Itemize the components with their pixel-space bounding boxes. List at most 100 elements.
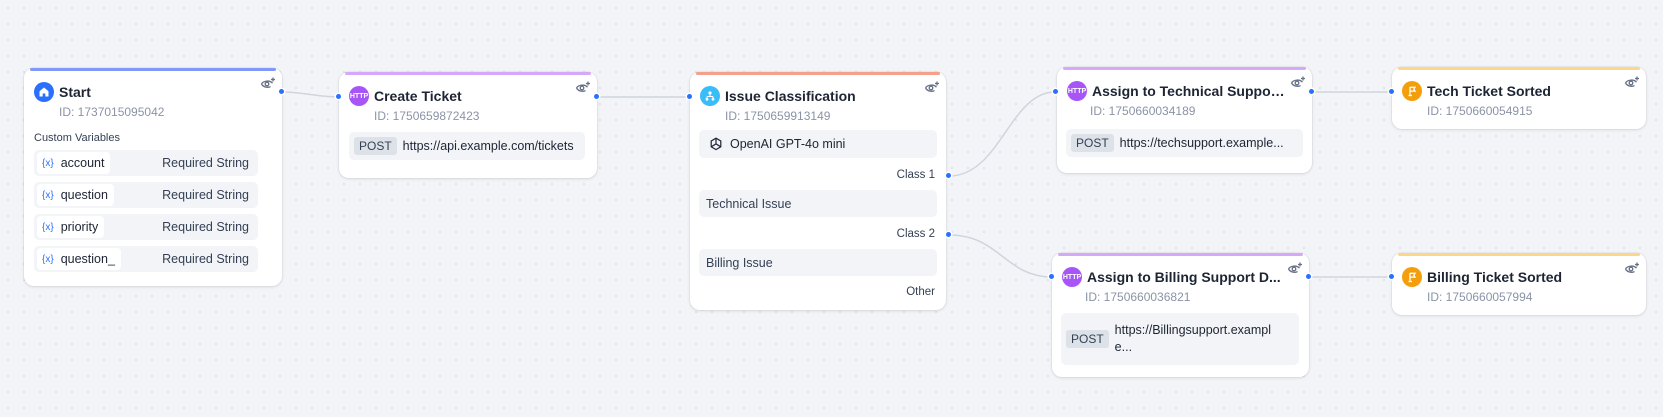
eye-plus-icon[interactable] <box>1624 261 1640 277</box>
assign-billing-output-handle[interactable] <box>1306 274 1311 279</box>
variable-type: Required String <box>162 252 249 266</box>
classification-input-handle[interactable] <box>687 94 692 99</box>
http-icon: HTTP <box>349 86 369 106</box>
eye-plus-icon[interactable] <box>260 76 276 92</box>
assign-billing-input-handle[interactable] <box>1049 274 1054 279</box>
variable-type: Required String <box>162 188 249 202</box>
assign-technical-node[interactable]: HTTP Assign to Technical Support... ID: … <box>1057 67 1312 173</box>
assign-technical-id: ID: 1750660034189 <box>1090 104 1196 118</box>
assign-billing-title: Assign to Billing Support D... <box>1087 269 1281 285</box>
http-icon: HTTP <box>1067 81 1087 101</box>
flag-icon <box>1402 81 1422 101</box>
classifier-icon <box>700 86 720 106</box>
classification-id: ID: 1750659913149 <box>725 109 831 123</box>
assign-technical-title: Assign to Technical Support... <box>1092 83 1287 99</box>
eye-plus-icon[interactable] <box>1287 261 1303 277</box>
flag-icon <box>1402 267 1422 287</box>
variable-row[interactable]: {x} priority Required String <box>34 214 258 240</box>
request-url: https://api.example.com/tickets <box>402 139 574 153</box>
tech-sorted-header: Tech Ticket Sorted <box>1402 81 1551 101</box>
assign-billing-node[interactable]: HTTP Assign to Billing Support D... ID: … <box>1052 253 1309 377</box>
tech-sorted-title: Tech Ticket Sorted <box>1427 83 1551 99</box>
eye-plus-icon[interactable] <box>1624 75 1640 91</box>
request-row: POST https://api.example.com/tickets <box>349 132 585 160</box>
issue-classification-node[interactable]: Issue Classification ID: 1750659913149 O… <box>690 72 946 310</box>
variable-icon: {x} <box>42 157 54 169</box>
billing-sorted-input-handle[interactable] <box>1389 274 1394 279</box>
request-url: https://techsupport.example... <box>1119 136 1284 150</box>
class1-output-handle[interactable] <box>946 173 951 178</box>
variable-icon: {x} <box>42 221 54 233</box>
create-ticket-header: HTTP Create Ticket <box>349 86 462 106</box>
variable-name: question <box>60 188 108 202</box>
model-selector[interactable]: OpenAI GPT-4o mini <box>699 130 937 158</box>
variable-chip: {x} question_ <box>37 248 121 270</box>
variable-row[interactable]: {x} question Required String <box>34 182 258 208</box>
start-node-id: ID: 1737015095042 <box>59 105 165 119</box>
variable-type: Required String <box>162 220 249 234</box>
edge-class2-to-billing <box>948 234 1053 278</box>
assign-technical-input-handle[interactable] <box>1053 89 1058 94</box>
variable-name: question_ <box>60 252 115 266</box>
classification-header: Issue Classification <box>700 86 856 106</box>
variable-icon: {x} <box>42 189 54 201</box>
assign-billing-id: ID: 1750660036821 <box>1085 290 1191 304</box>
other-label: Other <box>906 286 935 298</box>
start-node-title: Start <box>59 84 91 100</box>
variable-chip: {x} priority <box>37 216 105 238</box>
billing-ticket-sorted-node[interactable]: Billing Ticket Sorted ID: 1750660057994 <box>1392 253 1646 315</box>
billing-sorted-accent-bar <box>1398 253 1640 256</box>
variable-chip: {x} question <box>37 184 114 206</box>
assign-billing-accent-bar <box>1058 253 1303 256</box>
create-ticket-id: ID: 1750659872423 <box>374 109 480 123</box>
assign-technical-output-handle[interactable] <box>1309 89 1314 94</box>
class2-output-handle[interactable] <box>946 232 951 237</box>
assign-billing-header: HTTP Assign to Billing Support D... <box>1062 267 1284 287</box>
edge-start-to-create-ticket <box>281 91 343 98</box>
model-name: OpenAI GPT-4o mini <box>730 137 846 151</box>
eye-plus-icon[interactable] <box>1290 75 1306 91</box>
home-icon <box>34 82 54 102</box>
billing-sorted-header: Billing Ticket Sorted <box>1402 267 1562 287</box>
openai-icon <box>708 136 724 152</box>
http-method-badge: POST <box>1071 134 1114 152</box>
assign-technical-header: HTTP Assign to Technical Support... <box>1067 81 1287 101</box>
variable-chip: {x} account <box>37 152 111 174</box>
variable-name: priority <box>60 220 99 234</box>
create-ticket-accent-bar <box>345 72 591 75</box>
create-ticket-input-handle[interactable] <box>336 94 341 99</box>
start-node-accent-bar <box>30 68 276 71</box>
variable-row[interactable]: {x} question_ Required String <box>34 246 258 272</box>
create-ticket-node[interactable]: HTTP Create Ticket ID: 1750659872423 POS… <box>339 72 597 178</box>
billing-sorted-id: ID: 1750660057994 <box>1427 290 1533 304</box>
start-node-header: Start <box>34 82 91 102</box>
tech-sorted-id: ID: 1750660054915 <box>1427 104 1533 118</box>
assign-technical-accent-bar <box>1063 67 1306 70</box>
tech-ticket-sorted-node[interactable]: Tech Ticket Sorted ID: 1750660054915 <box>1392 67 1646 129</box>
billing-sorted-title: Billing Ticket Sorted <box>1427 269 1563 285</box>
request-row: POST https://techsupport.example... <box>1066 129 1303 157</box>
class1-label: Class 1 <box>896 169 935 181</box>
classification-title: Issue Classification <box>725 88 856 104</box>
http-icon: HTTP <box>1062 267 1082 287</box>
class2-box[interactable]: Billing Issue <box>699 249 937 276</box>
tech-sorted-accent-bar <box>1398 67 1640 70</box>
eye-plus-icon[interactable] <box>924 80 940 96</box>
create-ticket-title: Create Ticket <box>374 88 462 104</box>
start-output-handle[interactable] <box>279 89 284 94</box>
classification-accent-bar <box>696 72 940 75</box>
variable-row[interactable]: {x} account Required String <box>34 150 258 176</box>
request-url: https://Billingsupport.example... <box>1114 323 1272 354</box>
variable-type: Required String <box>162 156 249 170</box>
http-method-badge: POST <box>1066 330 1109 348</box>
workflow-canvas[interactable]: Start ID: 1737015095042 Custom Variables… <box>0 0 1663 417</box>
start-node[interactable]: Start ID: 1737015095042 Custom Variables… <box>24 68 282 286</box>
class1-box[interactable]: Technical Issue <box>699 190 937 217</box>
tech-sorted-input-handle[interactable] <box>1389 89 1394 94</box>
request-row: POST https://Billingsupport.example... <box>1061 313 1299 365</box>
edge-class1-to-technical <box>948 91 1056 177</box>
eye-plus-icon[interactable] <box>575 80 591 96</box>
create-ticket-output-handle[interactable] <box>594 94 599 99</box>
variable-name: account <box>60 156 105 170</box>
custom-variables-label: Custom Variables <box>34 132 120 144</box>
